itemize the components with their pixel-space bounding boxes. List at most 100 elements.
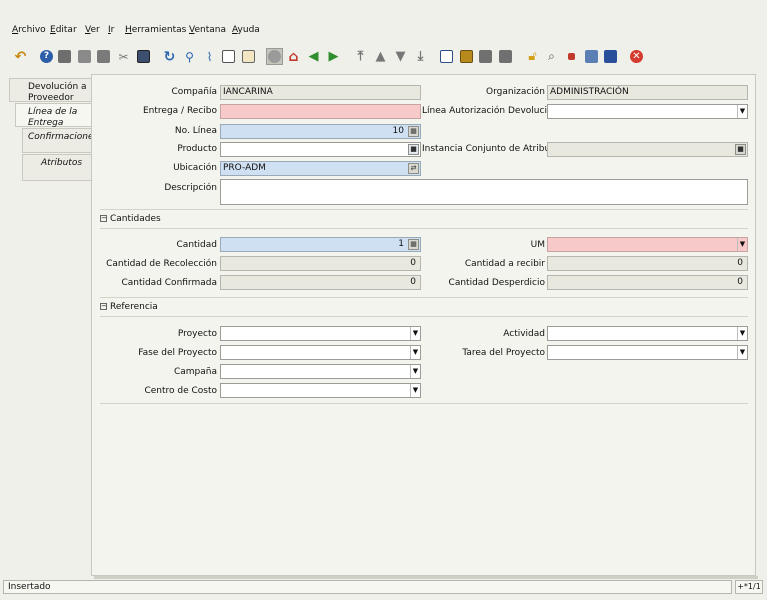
section-divider <box>100 403 748 404</box>
chevron-down-icon[interactable]: ▼ <box>737 346 747 359</box>
calculator-icon[interactable]: ▦ <box>408 239 419 250</box>
chevron-down-icon[interactable]: ▼ <box>410 346 420 359</box>
lock-icon[interactable]: 🔓︎ <box>524 48 541 65</box>
descripcion-field[interactable] <box>220 179 748 205</box>
entrega-label: Entrega / Recibo <box>143 106 217 116</box>
entrega-field[interactable] <box>220 104 421 119</box>
chevron-down-icon[interactable]: ▼ <box>737 105 747 118</box>
save-icon[interactable] <box>135 48 152 65</box>
menu-ir[interactable]: Ir <box>108 25 114 35</box>
descripcion-label: Descripción <box>164 183 217 193</box>
um-label: UM <box>530 240 545 250</box>
organizacion-label: Organización <box>486 87 545 97</box>
delete-icon[interactable] <box>95 48 112 65</box>
desperdicio-field: 0 <box>547 275 748 290</box>
refresh-icon[interactable]: ↻ <box>161 48 178 65</box>
section-referencia[interactable]: − Referencia <box>100 302 748 316</box>
um-select[interactable]: ▼ <box>547 237 748 252</box>
chevron-down-icon[interactable]: ▼ <box>737 238 747 251</box>
help-icon[interactable]: ? <box>38 48 55 65</box>
new-icon[interactable] <box>56 48 73 65</box>
producto-field[interactable]: ■ <box>220 142 421 157</box>
cantidad-field[interactable]: 1 ▦ <box>220 237 421 252</box>
collapse-icon[interactable]: − <box>100 215 107 222</box>
product-info-icon[interactable] <box>602 48 619 65</box>
undo-icon[interactable]: ↶ <box>12 48 29 65</box>
chevron-down-icon[interactable]: ▼ <box>410 327 420 340</box>
requests-icon[interactable] <box>583 48 600 65</box>
section-divider <box>100 297 748 298</box>
menu-ayuda[interactable]: Ayuda <box>232 25 260 35</box>
section-divider <box>100 228 748 229</box>
tab-confirmaciones[interactable]: Confirmaciones <box>22 128 98 153</box>
home-icon[interactable] <box>266 48 283 65</box>
copy-icon[interactable] <box>76 48 93 65</box>
linea-autorizacion-select[interactable]: ▼ <box>547 104 748 119</box>
ubicacion-label: Ubicación <box>173 163 217 173</box>
zoom-across-icon[interactable]: ⌕ <box>543 48 560 65</box>
exit-icon[interactable]: ✕ <box>628 48 645 65</box>
previous-tab-icon[interactable]: ◀ <box>305 48 322 65</box>
chat-icon[interactable] <box>220 48 237 65</box>
tab-atributos[interactable]: Atributos <box>22 154 91 181</box>
recoleccion-label: Cantidad de Recolección <box>106 259 217 269</box>
no-linea-label: No. Línea <box>174 126 217 136</box>
ubicacion-field[interactable]: PRO-ADM ⇄ <box>220 161 421 176</box>
calculator-icon[interactable]: ▦ <box>408 126 419 137</box>
no-linea-field[interactable]: 10 ▦ <box>220 124 421 139</box>
attribute-set-icon[interactable]: ■ <box>735 144 746 155</box>
tarea-label: Tarea del Proyecto <box>462 348 545 358</box>
parent-icon[interactable]: ⌂ <box>285 48 302 65</box>
last-record-icon[interactable]: ⤓ <box>412 48 429 65</box>
a-recibir-label: Cantidad a recibir <box>464 259 545 269</box>
menu-ventana[interactable]: Ventana <box>189 25 226 35</box>
record-panel: Compañía IANCARINA Organización ADMINIST… <box>91 74 756 576</box>
compania-label: Compañía <box>171 87 217 97</box>
fase-select[interactable]: ▼ <box>220 345 421 360</box>
chevron-down-icon[interactable]: ▼ <box>410 365 420 378</box>
tab-linea-entrega[interactable]: Línea de la Entrega <box>15 103 91 128</box>
campana-select[interactable]: ▼ <box>220 364 421 379</box>
chevron-down-icon[interactable]: ▼ <box>737 327 747 340</box>
find-icon[interactable]: ⚲ <box>181 48 198 65</box>
fase-label: Fase del Proyecto <box>138 348 217 358</box>
previous-record-icon[interactable]: ▲ <box>372 48 389 65</box>
tarea-select[interactable]: ▼ <box>547 345 748 360</box>
centro-costo-label: Centro de Costo <box>144 386 217 396</box>
linea-autorizacion-label: Línea Autorización Devolución <box>422 106 559 116</box>
next-tab-icon[interactable]: ▶ <box>325 48 342 65</box>
history-icon[interactable] <box>240 48 257 65</box>
cantidad-label: Cantidad <box>176 240 217 250</box>
menu-archivo[interactable]: Archivo <box>12 25 46 35</box>
print-icon[interactable] <box>497 48 514 65</box>
next-record-icon[interactable]: ▼ <box>392 48 409 65</box>
chevron-down-icon[interactable]: ▼ <box>410 384 420 397</box>
delete-selection-icon[interactable]: ✂ <box>115 48 132 65</box>
section-cantidades[interactable]: − Cantidades <box>100 214 748 228</box>
menu-editar[interactable]: Editar <box>50 25 77 35</box>
actividad-label: Actividad <box>503 329 545 339</box>
menu-ver[interactable]: Ver <box>85 25 100 35</box>
a-recibir-field: 0 <box>547 256 748 271</box>
proyecto-label: Proyecto <box>177 329 217 339</box>
archive-icon[interactable] <box>458 48 475 65</box>
proyecto-select[interactable]: ▼ <box>220 326 421 341</box>
desperdicio-label: Cantidad Desperdicio <box>448 278 545 288</box>
tab-devolucion-proveedor[interactable]: Devolución a Proveedor <box>9 78 91 103</box>
locator-icon[interactable]: ⇄ <box>408 163 419 174</box>
instancia-field[interactable]: ■ <box>547 142 748 157</box>
centro-costo-select[interactable]: ▼ <box>220 383 421 398</box>
recoleccion-field: 0 <box>220 256 421 271</box>
confirmada-label: Cantidad Confirmada <box>121 278 217 288</box>
attachment-icon[interactable]: ⌇ <box>201 48 218 65</box>
panel-shadow <box>94 576 758 579</box>
first-record-icon[interactable]: ⤒ <box>352 48 369 65</box>
menu-herramientas[interactable]: Herramientas <box>125 25 186 35</box>
collapse-icon[interactable]: − <box>100 303 107 310</box>
active-workflows-icon[interactable] <box>563 48 580 65</box>
actividad-select[interactable]: ▼ <box>547 326 748 341</box>
report-icon[interactable] <box>438 48 455 65</box>
product-search-icon[interactable]: ■ <box>408 144 419 155</box>
print-preview-icon[interactable] <box>477 48 494 65</box>
record-pager[interactable]: +*1/1 <box>735 580 763 594</box>
